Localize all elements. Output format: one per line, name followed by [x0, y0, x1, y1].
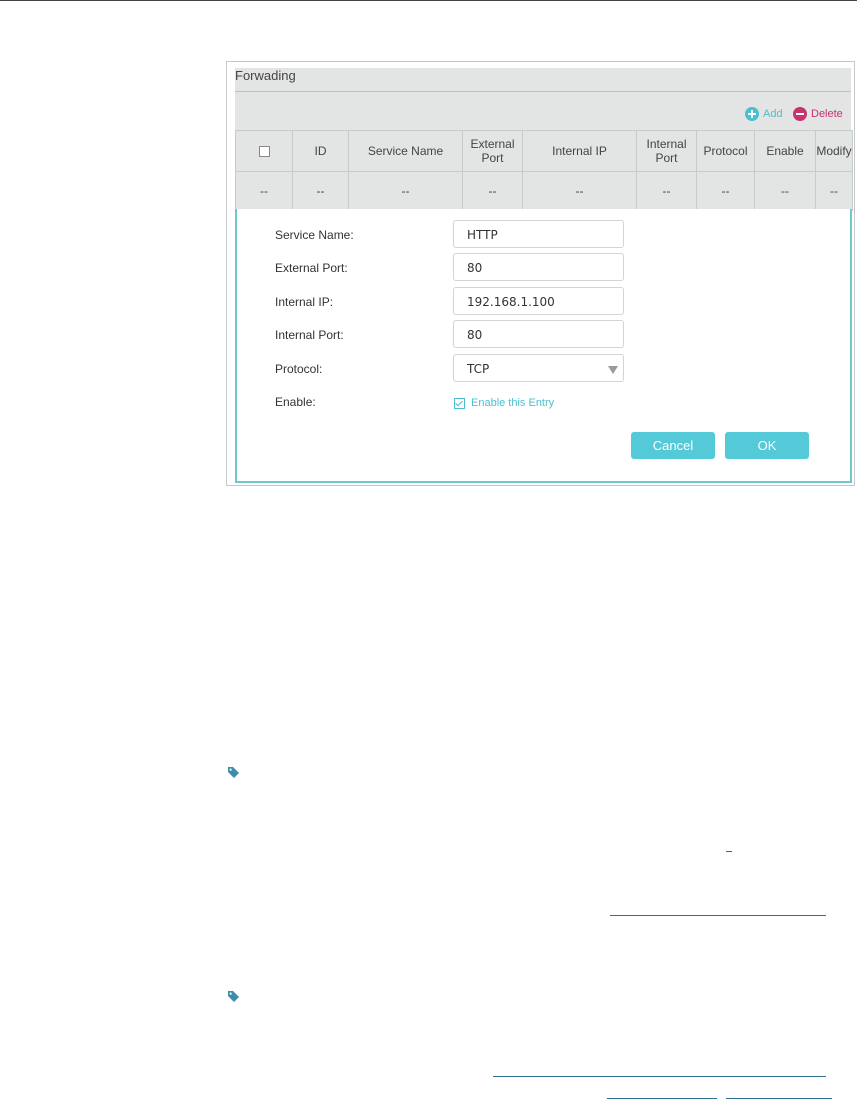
tag-icon: [228, 767, 239, 778]
forwarding-table: ID Service Name External Port Internal I…: [235, 130, 853, 211]
dropdown-arrow-icon: [608, 366, 618, 374]
section-title: Forwading: [235, 68, 296, 83]
table-cell: --: [348, 171, 463, 211]
cancel-button[interactable]: Cancel: [631, 432, 715, 459]
external-port-label: External Port:: [275, 261, 348, 275]
table-header-row: ID Service Name External Port Internal I…: [235, 130, 853, 172]
link-underline[interactable]: [607, 1098, 717, 1099]
col-header: Internal Port: [636, 130, 697, 172]
plus-circle-icon: [745, 107, 759, 121]
service-name-label: Service Name:: [275, 228, 354, 242]
internal-port-input[interactable]: 80: [453, 320, 624, 348]
protocol-value: TCP: [467, 362, 490, 376]
protocol-label: Protocol:: [275, 362, 323, 376]
internal-ip-label: Internal IP:: [275, 295, 334, 309]
select-all-checkbox[interactable]: [258, 146, 270, 158]
select-all-cell[interactable]: [235, 130, 293, 172]
col-header: Modify: [815, 130, 853, 172]
table-row: -- -- -- -- -- -- -- -- --: [235, 171, 853, 211]
minus-circle-icon: [793, 107, 807, 121]
title-divider: [235, 91, 851, 92]
tag-icon: [228, 991, 239, 1002]
checkbox-checked-icon[interactable]: [454, 397, 465, 409]
top-rule: [0, 0, 857, 1]
external-port-input[interactable]: 80: [453, 253, 624, 281]
col-header: ID: [292, 130, 349, 172]
table-cell: --: [292, 171, 349, 211]
enable-label: Enable:: [275, 395, 316, 409]
table-cell: --: [235, 171, 293, 211]
link-underline[interactable]: [610, 915, 826, 916]
add-button[interactable]: Add: [745, 107, 783, 121]
table-cell: --: [696, 171, 755, 211]
port-forwarding-panel: Forwading Add Delete ID Service Name Ext…: [226, 61, 855, 486]
link-underline[interactable]: [726, 851, 732, 852]
col-header: External Port: [462, 130, 523, 172]
col-header: Service Name: [348, 130, 463, 172]
entry-form: Service Name: HTTP External Port: 80 Int…: [235, 209, 852, 483]
link-underline[interactable]: [493, 1076, 826, 1077]
link-underline[interactable]: [726, 1098, 832, 1099]
col-header: Protocol: [696, 130, 755, 172]
table-cell: --: [636, 171, 697, 211]
enable-entry-label: Enable this Entry: [471, 397, 555, 409]
protocol-select[interactable]: TCP: [453, 354, 624, 382]
internal-ip-input[interactable]: 192.168.1.100: [453, 287, 624, 315]
enable-entry-checkbox[interactable]: Enable this Entry: [454, 397, 554, 409]
table-cell: --: [462, 171, 523, 211]
ok-button[interactable]: OK: [725, 432, 809, 459]
delete-button[interactable]: Delete: [793, 107, 843, 121]
table-cell: --: [815, 171, 853, 211]
col-header: Enable: [754, 130, 816, 172]
delete-label: Delete: [811, 108, 843, 120]
col-header: Internal IP: [522, 130, 637, 172]
table-cell: --: [754, 171, 816, 211]
internal-port-label: Internal Port:: [275, 328, 344, 342]
table-cell: --: [522, 171, 637, 211]
service-name-input[interactable]: HTTP: [453, 220, 624, 248]
add-label: Add: [763, 108, 783, 120]
